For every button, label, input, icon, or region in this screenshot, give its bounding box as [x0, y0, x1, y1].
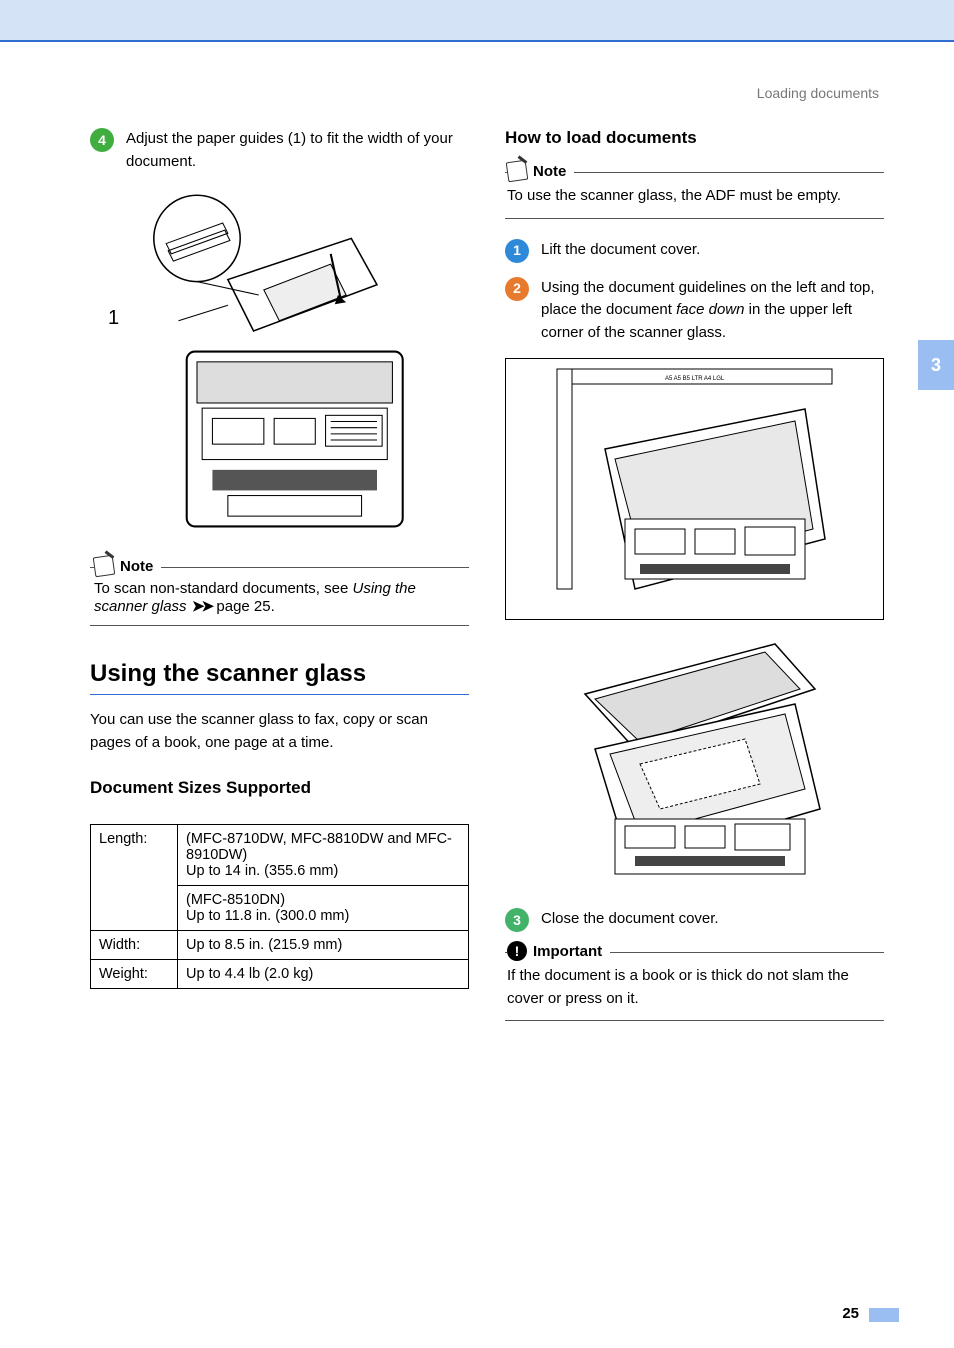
step-number-1-icon: 1: [505, 239, 529, 263]
top-blue-band: [0, 0, 954, 40]
step-2: 2 Using the document guidelines on the l…: [505, 277, 884, 345]
breadcrumb: Loading documents: [757, 85, 879, 101]
important-box: ! Important If the document is a book or…: [505, 952, 884, 1021]
step-number-2-icon: 2: [505, 277, 529, 301]
cell-length-2: (MFC-8510DN) Up to 11.8 in. (300.0 mm): [178, 886, 469, 931]
header-rule: [0, 40, 954, 42]
important-icon: !: [507, 941, 527, 961]
left-column: 4 Adjust the paper guides (1) to fit the…: [90, 128, 469, 1298]
subsection-how-to-load: How to load documents: [505, 128, 884, 148]
page-content: 4 Adjust the paper guides (1) to fit the…: [90, 128, 884, 1298]
step-3: 3 Close the document cover.: [505, 908, 884, 932]
cell-width-label: Width:: [91, 931, 178, 960]
step-2-italic: face down: [676, 301, 744, 318]
table-row: Width: Up to 8.5 in. (215.9 mm): [91, 931, 469, 960]
step-1: 1 Lift the document cover.: [505, 239, 884, 263]
table-row: Weight: Up to 4.4 lb (2.0 kg): [91, 960, 469, 989]
document-sizes-table: Length: (MFC-8710DW, MFC-8810DW and MFC-…: [90, 824, 469, 989]
note-text-prefix: To scan non-standard documents, see: [94, 580, 353, 597]
note-header: Note: [507, 161, 574, 181]
scanner-open-svg: [545, 634, 845, 894]
step-1-text: Lift the document cover.: [541, 239, 884, 263]
step-3-text: Close the document cover.: [541, 908, 884, 932]
section-intro: You can use the scanner glass to fax, co…: [90, 709, 469, 754]
cell-length-1: (MFC-8710DW, MFC-8810DW and MFC-8910DW) …: [178, 825, 469, 886]
note-text: To use the scanner glass, the ADF must b…: [507, 185, 882, 208]
scanner-glass-guidelines-illustration: A5 A5 B5 LTR A4 LGL: [505, 358, 884, 620]
cell-weight-value: Up to 4.4 lb (2.0 kg): [178, 960, 469, 989]
step-4: 4 Adjust the paper guides (1) to fit the…: [90, 128, 469, 173]
note-box-right: Note To use the scanner glass, the ADF m…: [505, 172, 884, 219]
scanner-top-svg: A5 A5 B5 LTR A4 LGL: [545, 359, 845, 619]
step-number-4-icon: 4: [90, 128, 114, 152]
table-row: Length: (MFC-8710DW, MFC-8810DW and MFC-…: [91, 825, 469, 886]
note-icon: [93, 555, 116, 578]
printer-adf-svg: [125, 187, 434, 547]
note-text: To scan non-standard documents, see Usin…: [94, 580, 467, 615]
page-number: 25: [842, 1305, 859, 1322]
section-title-scanner-glass: Using the scanner glass: [90, 660, 469, 695]
note-header: Note: [94, 556, 161, 576]
chapter-tab: 3: [918, 340, 954, 390]
step-number-3-icon: 3: [505, 908, 529, 932]
note-icon: [506, 160, 529, 183]
important-header: ! Important: [507, 941, 610, 961]
scanner-glass-open-illustration: [505, 634, 884, 894]
step-4-text: Adjust the paper guides (1) to fit the w…: [126, 128, 469, 173]
important-label: Important: [533, 943, 602, 960]
important-text: If the document is a book or is thick do…: [507, 965, 882, 1010]
subsection-sizes: Document Sizes Supported: [90, 778, 469, 798]
svg-text:A5 A5 B5 LTR A4 LGL: A5 A5 B5 LTR A4 LGL: [665, 376, 725, 382]
cell-width-value: Up to 8.5 in. (215.9 mm): [178, 931, 469, 960]
note-box-left: Note To scan non-standard documents, see…: [90, 567, 469, 626]
note-label: Note: [533, 163, 566, 180]
page-number-bar: [869, 1308, 899, 1322]
right-column: How to load documents Note To use the sc…: [505, 128, 884, 1298]
step-2-text: Using the document guidelines on the lef…: [541, 277, 884, 345]
xref-arrows-icon: ➤➤: [191, 598, 212, 615]
cell-weight-label: Weight:: [91, 960, 178, 989]
note-text-suffix: page 25.: [216, 598, 274, 615]
note-label: Note: [120, 558, 153, 575]
callout-label-1: 1: [108, 307, 119, 330]
cell-length-label: Length:: [91, 825, 178, 931]
adf-paper-guides-illustration: 1: [90, 187, 469, 547]
